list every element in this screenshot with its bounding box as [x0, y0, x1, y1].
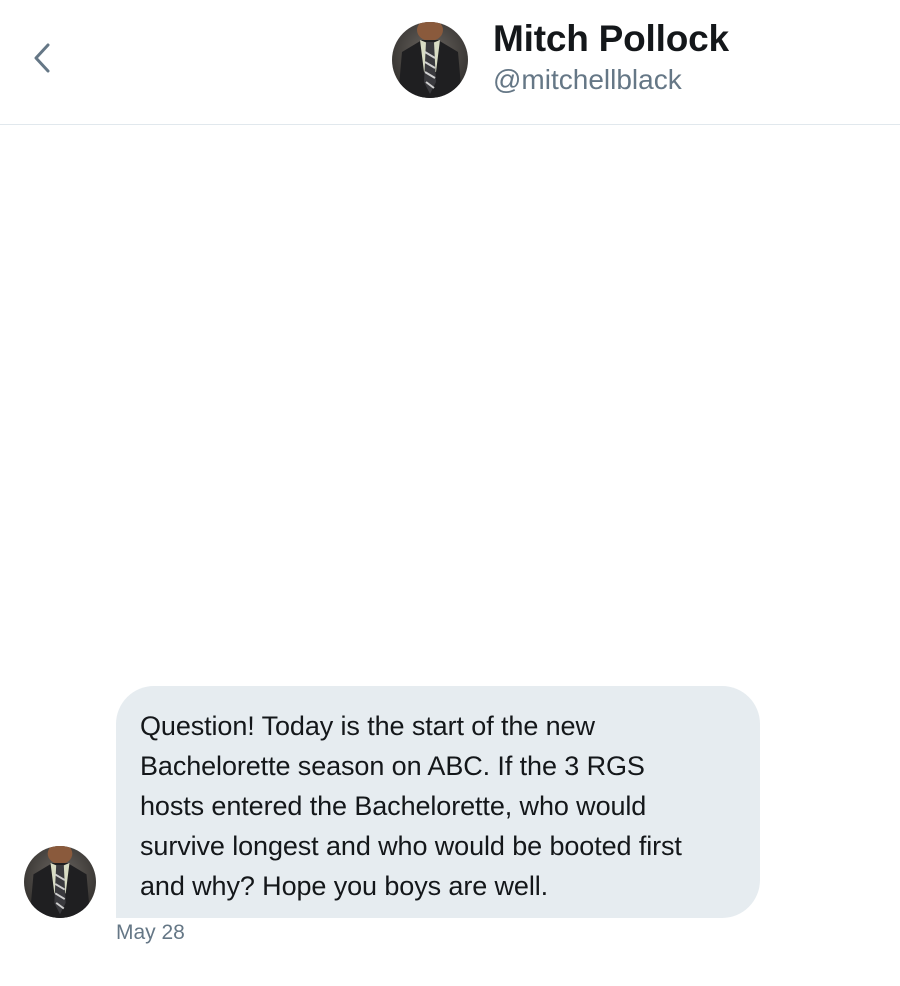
- message-text: Question! Today is the start of the new …: [140, 711, 682, 901]
- message-bubble[interactable]: Question! Today is the start of the new …: [116, 686, 760, 918]
- person-in-suit-icon: [392, 22, 468, 98]
- contact-handle[interactable]: @mitchellblack: [493, 64, 682, 96]
- back-button[interactable]: [22, 38, 62, 78]
- message-timestamp: May 28: [116, 921, 185, 944]
- avatar[interactable]: [392, 22, 468, 98]
- message-thread[interactable]: Question! Today is the start of the new …: [0, 126, 900, 986]
- sender-avatar[interactable]: [24, 846, 96, 918]
- chevron-left-icon: [30, 40, 54, 76]
- conversation-header: Mitch Pollock @mitchellblack: [0, 0, 900, 125]
- contact-name[interactable]: Mitch Pollock: [493, 18, 729, 60]
- person-in-suit-icon: [24, 846, 96, 918]
